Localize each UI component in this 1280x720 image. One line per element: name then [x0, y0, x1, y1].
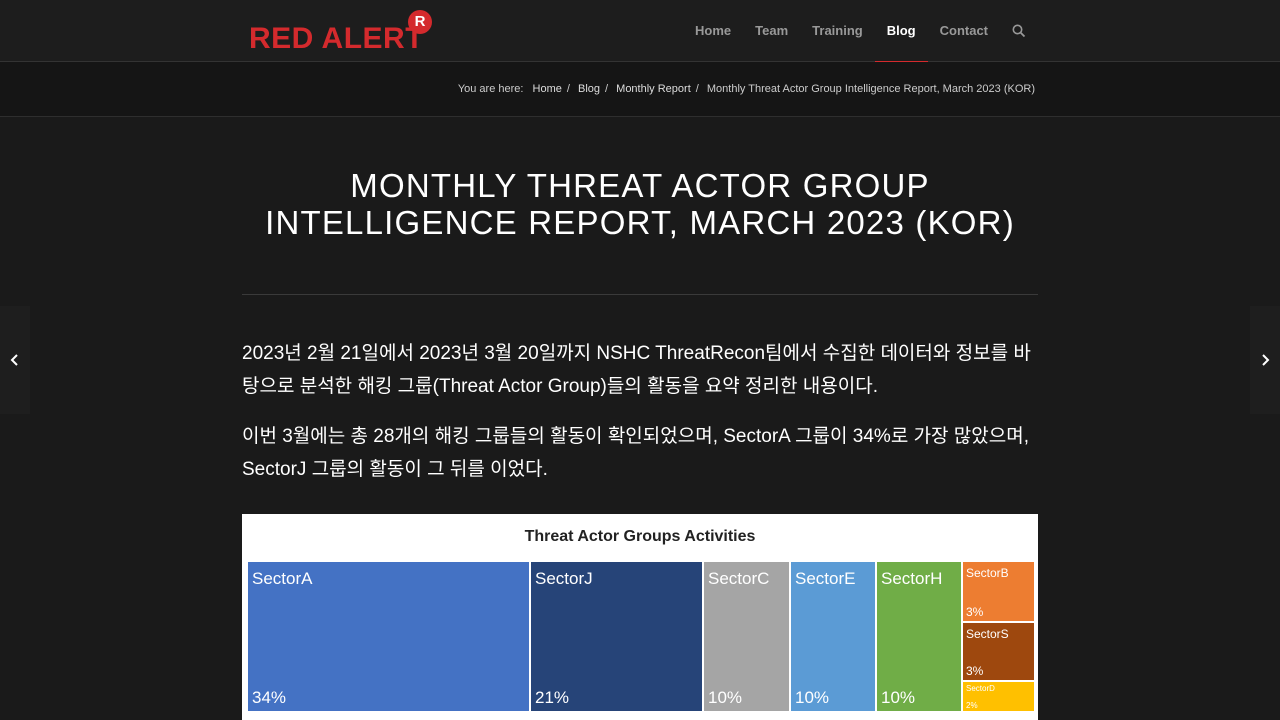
tile-name: SectorJ [535, 569, 593, 588]
tile-name: SectorA [252, 569, 313, 588]
treemap-tile-sectorb: SectorB 3% [962, 561, 1035, 622]
tile-percentage: 2% [966, 701, 978, 710]
tile-percentage: 10% [795, 688, 830, 707]
page-title: MONTHLY THREAT ACTOR GROUP INTELLIGENCE … [265, 167, 1015, 241]
tile-percentage: 10% [881, 688, 916, 707]
nav-contact[interactable]: Contact [928, 0, 1000, 62]
nav-blog[interactable]: Blog [874, 0, 928, 63]
main-nav: Home Team Training Blog Contact [683, 0, 1038, 63]
treemap-tile-sectord: SectorD 2% [962, 681, 1035, 712]
intro-paragraph: 2023년 2월 21일에서 2023년 3월 20일까지 NSHC Threa… [242, 343, 1031, 397]
logo-badge-icon: R [408, 10, 432, 34]
treemap-tile-sectorc: SectorC 10% [703, 561, 790, 712]
site-header: RED ALERT R Home Team Training Blog Cont… [0, 0, 1280, 63]
tile-percentage: 21% [535, 688, 570, 707]
tile-percentage: 10% [708, 688, 743, 707]
tile-name: SectorD [966, 684, 995, 693]
breadcrumb: You are here: Home / Blog / Monthly Report… [458, 83, 1035, 95]
nav-home[interactable]: Home [683, 0, 743, 62]
search-icon[interactable] [1000, 0, 1038, 62]
previous-post-arrow[interactable] [0, 306, 30, 414]
breadcrumb-separator: / [605, 83, 609, 95]
breadcrumb-bar: You are here: Home / Blog / Monthly Report… [0, 62, 1280, 117]
breadcrumb-monthly-report[interactable]: Monthly Report [616, 83, 691, 95]
treemap-tile-sectore: SectorE 10% [790, 561, 876, 712]
treemap-tile-sectorh: SectorH 10% [876, 561, 962, 712]
breadcrumb-blog[interactable]: Blog [578, 83, 600, 95]
nav-team[interactable]: Team [743, 0, 800, 62]
title-divider [242, 294, 1038, 295]
treemap-chart: Threat Actor Groups Activities SectorA 34… [242, 514, 1038, 720]
tile-name: SectorH [881, 569, 943, 588]
breadcrumb-label: You are here: [457, 83, 524, 95]
breadcrumb-home[interactable]: Home [533, 83, 562, 95]
treemap-tile-sectorj: SectorJ 21% [530, 561, 703, 712]
tile-percentage: 3% [966, 664, 984, 678]
nav-training[interactable]: Training [800, 0, 875, 62]
tile-percentage: 34% [252, 688, 287, 707]
tile-name: SectorE [795, 569, 856, 588]
logo-text: RED ALERT [249, 22, 425, 55]
breadcrumb-separator: / [566, 83, 570, 95]
tile-percentage: 3% [966, 605, 984, 619]
chart-title: Threat Actor Groups Activities [524, 528, 756, 545]
tile-name: SectorS [966, 627, 1009, 641]
tile-name: SectorB [966, 566, 1009, 580]
next-post-arrow[interactable] [1250, 306, 1280, 414]
breadcrumb-separator: / [695, 83, 699, 95]
chevron-right-icon [1262, 354, 1270, 366]
chevron-left-icon [10, 354, 18, 366]
breadcrumb-current: Monthly Threat Actor Group Intelligence … [706, 83, 1035, 95]
treemap-tile-sectors: SectorS 3% [962, 622, 1035, 681]
tile-name: SectorC [708, 569, 770, 588]
summary-paragraph: 이번 3월에는 총 28개의 해킹 그룹들의 활동이 확인되었으며, Secto… [242, 426, 1030, 480]
treemap-tile-sectora: SectorA 34% [247, 561, 530, 712]
